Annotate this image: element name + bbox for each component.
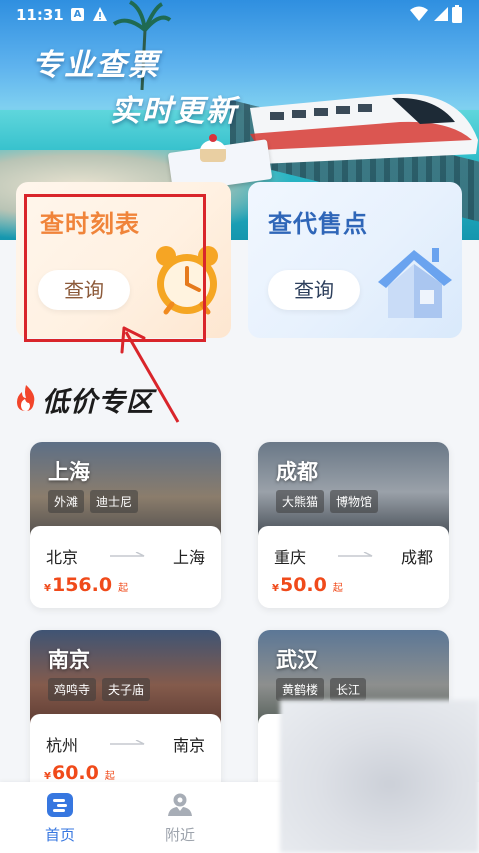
sales-outlet-query-button[interactable]: 查询 xyxy=(268,270,360,310)
route-card-chengdu[interactable]: 成都 大熊猫 博物馆 重庆 成都 ¥50.0 起 xyxy=(258,442,449,608)
nav-label-home: 首页 xyxy=(44,826,75,844)
house-icon xyxy=(378,248,452,318)
price-suffix: 起 xyxy=(104,771,115,782)
route-arrow-icon xyxy=(338,552,373,557)
price-value: 50.0 xyxy=(279,574,327,596)
route-card-shanghai[interactable]: 上海 外滩 迪士尼 北京 上海 ¥156.0 起 xyxy=(30,442,221,608)
signal-icon xyxy=(434,7,448,21)
route-city: 南京 xyxy=(48,648,90,672)
app-screen: 专业查票 实时更新 11:31 A 查时刻表 查询 查代售点 查询 低价专区 上… xyxy=(0,0,479,853)
route-city: 成都 xyxy=(276,460,318,484)
wifi-icon xyxy=(410,6,428,21)
route-city: 上海 xyxy=(48,460,90,484)
route-arrow-icon xyxy=(110,552,145,557)
route-info: 重庆 成都 ¥50.0 起 xyxy=(258,526,449,608)
status-bar: 11:31 A xyxy=(0,0,479,30)
route-tag: 鸡鸣寺 xyxy=(48,678,97,701)
hero-slogan-line2: 实时更新 xyxy=(110,94,238,129)
route-arrow-icon xyxy=(110,740,145,745)
route-price: ¥50.0 起 xyxy=(272,574,343,596)
status-time: 11:31 xyxy=(16,6,64,24)
price-suffix: 起 xyxy=(332,583,343,594)
route-tag: 迪士尼 xyxy=(90,490,139,513)
nav-item-nearby[interactable]: 附近 xyxy=(150,792,210,848)
route-tag: 外滩 xyxy=(48,490,85,513)
route-tag: 黄鹤楼 xyxy=(276,678,325,701)
annotation-arrow-icon xyxy=(120,326,180,423)
route-tags: 大熊猫 博物馆 xyxy=(276,490,379,513)
notification-a-icon: A xyxy=(71,8,84,21)
route-tag: 博物馆 xyxy=(330,490,379,513)
battery-icon xyxy=(452,5,462,23)
price-currency: ¥ xyxy=(44,771,51,782)
route-from: 北京 xyxy=(46,548,79,567)
sales-outlet-card-title: 查代售点 xyxy=(268,210,368,238)
price-suffix: 起 xyxy=(118,583,129,594)
nav-item-home[interactable]: 首页 xyxy=(30,792,90,848)
warning-icon xyxy=(93,7,107,21)
route-tag: 大熊猫 xyxy=(276,490,325,513)
price-currency: ¥ xyxy=(44,583,51,594)
route-to: 上海 xyxy=(172,548,205,567)
hero-slogan-line1: 专业查票 xyxy=(32,48,160,83)
route-from: 杭州 xyxy=(46,736,79,755)
route-tags: 外滩 迪士尼 xyxy=(48,490,139,513)
home-icon xyxy=(47,793,73,817)
route-to: 成都 xyxy=(400,548,433,567)
route-tags: 鸡鸣寺 夫子庙 xyxy=(48,678,151,701)
bullet-train-illustration xyxy=(250,93,478,164)
cake-illustration xyxy=(200,134,226,162)
location-person-icon xyxy=(168,793,192,816)
route-tag: 长江 xyxy=(330,678,367,701)
route-info: 北京 上海 ¥156.0 起 xyxy=(30,526,221,608)
route-city: 武汉 xyxy=(276,648,318,672)
price-value: 156.0 xyxy=(51,574,113,596)
route-tags: 黄鹤楼 长江 xyxy=(276,678,367,701)
route-tag: 夫子庙 xyxy=(102,678,151,701)
route-to: 南京 xyxy=(172,736,205,755)
blurred-overlay xyxy=(280,700,479,853)
route-from: 重庆 xyxy=(274,548,307,567)
route-price: ¥156.0 起 xyxy=(44,574,128,596)
route-card-nanjing[interactable]: 南京 鸡鸣寺 夫子庙 杭州 南京 ¥60.0 起 xyxy=(30,630,221,796)
price-currency: ¥ xyxy=(272,583,279,594)
route-price: ¥60.0 起 xyxy=(44,762,115,784)
nav-label-nearby: 附近 xyxy=(164,826,195,844)
sales-outlet-card[interactable]: 查代售点 查询 xyxy=(248,182,462,338)
price-value: 60.0 xyxy=(51,762,99,784)
flame-icon xyxy=(17,385,35,411)
